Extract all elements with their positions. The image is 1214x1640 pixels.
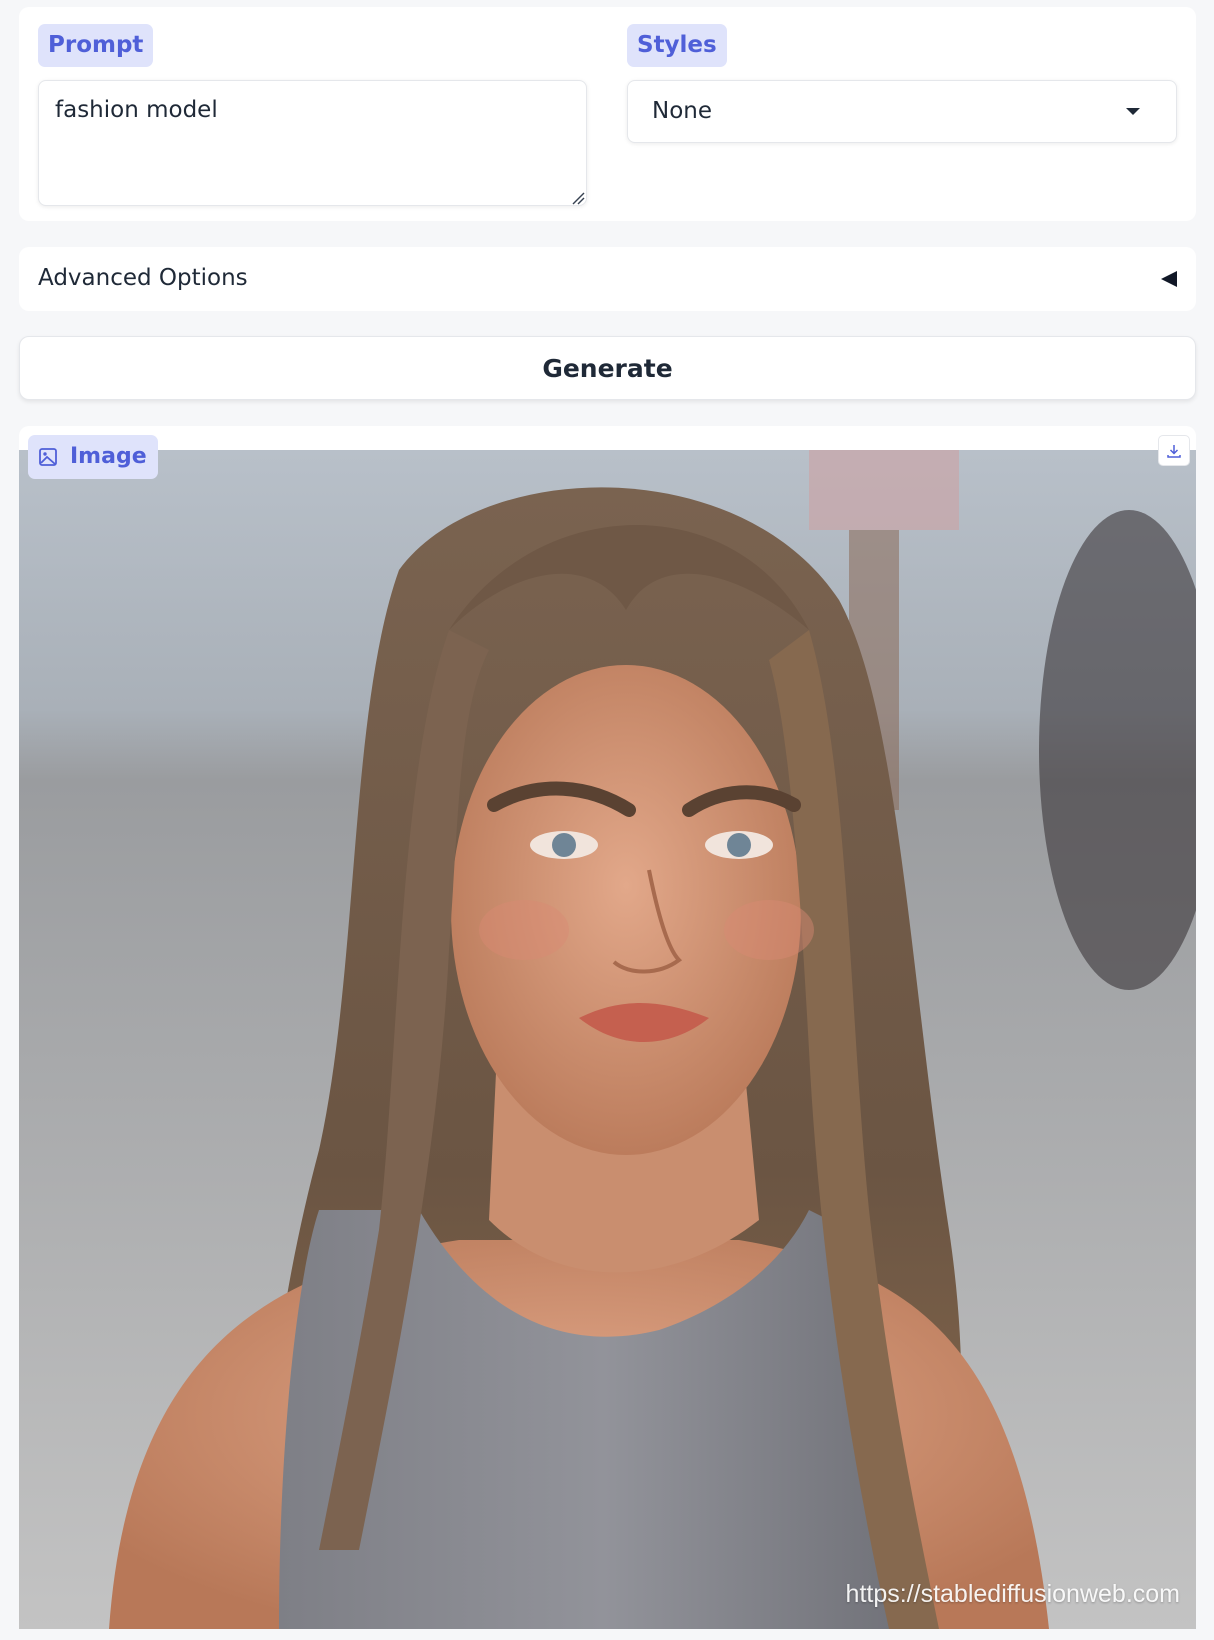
generate-button[interactable]: Generate xyxy=(19,336,1196,400)
download-icon xyxy=(1167,444,1181,458)
resize-handle-icon[interactable] xyxy=(571,191,585,205)
collapse-toggle-icon[interactable] xyxy=(1161,271,1177,287)
output-image-panel: Image https://stablediffusionweb.com xyxy=(19,426,1196,1629)
image-label: Image xyxy=(28,435,158,479)
styles-dropdown[interactable]: None xyxy=(627,80,1177,143)
prompt-input[interactable]: fashion model xyxy=(38,80,587,206)
advanced-options-label: Advanced Options xyxy=(38,265,248,291)
watermark-text: https://stablediffusionweb.com xyxy=(845,1580,1180,1608)
prompt-label: Prompt xyxy=(38,24,154,67)
input-panel: Prompt fashion model Styles None xyxy=(19,7,1196,221)
image-label-text: Image xyxy=(70,444,147,469)
generated-image xyxy=(19,450,1196,1629)
caret-down-icon xyxy=(1126,108,1140,115)
styles-label: Styles xyxy=(627,24,727,67)
advanced-options-accordion[interactable]: Advanced Options xyxy=(19,247,1196,311)
download-button[interactable] xyxy=(1158,435,1190,466)
styles-selected-value: None xyxy=(652,98,713,124)
image-icon xyxy=(39,448,57,466)
